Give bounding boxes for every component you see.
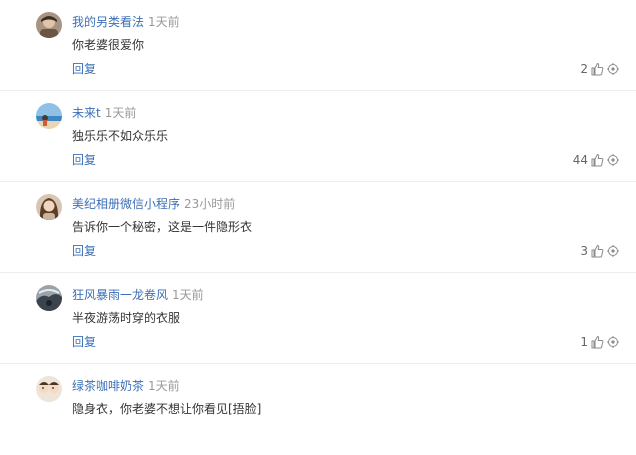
reply-button[interactable]: 回复 [72,152,96,168]
like-button[interactable]: 1 [580,333,620,351]
comment-list: 我的另类看法 1天前 你老婆很爱你 回复 2 未来t 1天前 独乐乐不如众乐乐 … [0,0,636,419]
comment-time: 1天前 [104,106,137,120]
comment-text: 告诉你一个秘密，这是一件隐形衣 [72,220,253,234]
comment-item: 未来t 1天前 独乐乐不如众乐乐 回复 44 [0,91,636,182]
reply-button[interactable]: 回复 [72,334,96,350]
like-count: 44 [572,153,588,167]
comment-time: 1天前 [148,15,180,29]
avatar[interactable] [36,103,62,129]
comment-item: 美纪相册微信小程序 23小时前 告诉你一个秘密，这是一件隐形衣 回复 3 [0,182,636,273]
like-count: 3 [580,244,588,258]
avatar-storm-icon [36,285,62,311]
comment-text: 你老婆很爱你 [72,38,145,52]
comment-time: 1天前 [148,379,180,393]
avatar[interactable] [36,376,62,402]
avatar[interactable] [36,194,62,220]
reply-button[interactable]: 回复 [72,61,96,77]
comment-text: 隐身衣，你老婆不想让你看见[捂脸] [72,402,262,416]
comment-username[interactable]: 未来t [72,106,101,120]
comment-meta: 未来t 1天前 [72,105,136,121]
comment-meta: 美纪相册微信小程序 23小时前 [72,196,235,212]
comment-meta: 绿茶咖啡奶茶 1天前 [72,378,180,394]
reply-button[interactable]: 回复 [72,243,96,259]
like-button[interactable]: 44 [573,151,620,169]
thumbs-up-icon [591,335,604,349]
comment-username[interactable]: 美纪相册微信小程序 [72,197,180,211]
comment-username[interactable]: 狂风暴雨一龙卷风 [72,288,168,302]
comment-time: 23小时前 [184,197,236,211]
comment-username[interactable]: 我的另类看法 [72,15,144,29]
like-count: 2 [580,62,588,76]
like-count: 1 [580,335,588,349]
comment-text: 独乐乐不如众乐乐 [72,129,169,143]
thumbs-up-icon [591,244,604,258]
like-button[interactable]: 2 [580,60,620,78]
comment-meta: 狂风暴雨一龙卷风 1天前 [72,287,204,303]
like-button[interactable]: 3 [580,242,620,260]
comment-item: 我的另类看法 1天前 你老婆很爱你 回复 2 [0,0,636,91]
thumbs-up-icon [591,153,604,167]
comment-meta: 我的另类看法 1天前 [72,14,180,30]
comment-item: 绿茶咖啡奶茶 1天前 隐身衣，你老婆不想让你看见[捂脸] [0,364,636,455]
avatar-beach-icon [36,103,62,129]
avatar[interactable] [36,12,62,38]
thumbs-up-icon [591,62,604,76]
comment-text: 半夜游荡时穿的衣服 [72,311,181,325]
comment-username[interactable]: 绿茶咖啡奶茶 [72,379,144,393]
comment-item: 狂风暴雨一龙卷风 1天前 半夜游荡时穿的衣服 回复 1 [0,273,636,364]
avatar-woman-icon [36,194,62,220]
more-options-icon[interactable] [606,244,620,258]
comment-time: 1天前 [172,288,204,302]
more-options-icon[interactable] [606,153,620,167]
more-options-icon[interactable] [606,335,620,349]
avatar-man-icon [36,12,62,38]
more-options-icon[interactable] [606,62,620,76]
avatar-cartoon-icon [36,376,62,402]
avatar[interactable] [36,285,62,311]
